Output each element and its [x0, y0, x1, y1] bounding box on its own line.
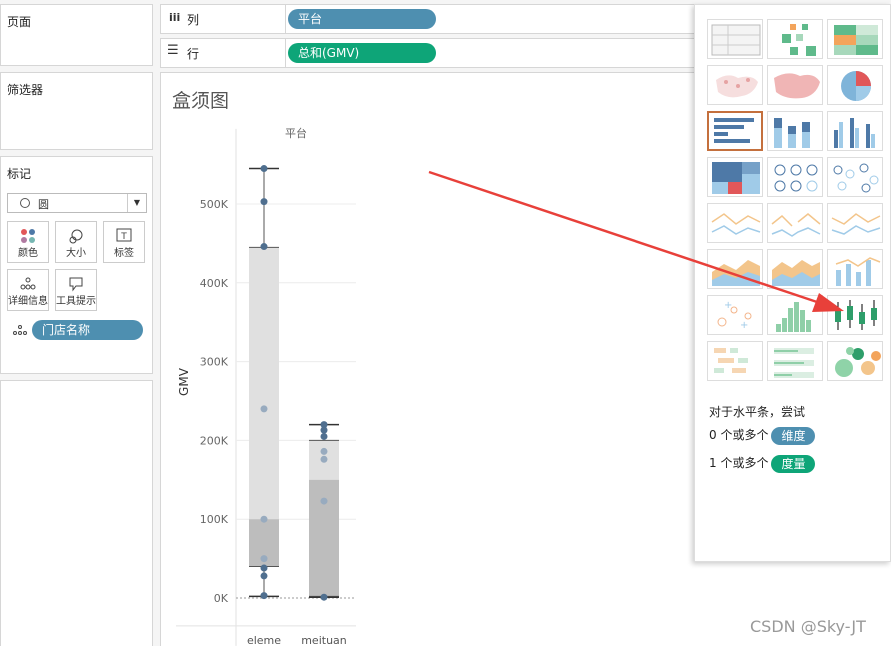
thumb-side-by-side-circles[interactable] — [827, 157, 883, 197]
thumb-pie-chart[interactable] — [827, 65, 883, 105]
filters-panel[interactable]: 筛选器 — [0, 72, 153, 150]
stacked-bar-icon — [774, 118, 810, 148]
left-panel-bottom — [0, 380, 153, 646]
tooltip-button[interactable]: 工具提示 — [55, 269, 97, 311]
symbol-map-icon — [716, 75, 758, 98]
treemap-icon — [712, 162, 760, 194]
dual-combination-icon — [835, 257, 881, 286]
thumb-lines-continuous[interactable] — [707, 203, 763, 243]
text-table-icon — [711, 24, 761, 56]
dimension-requirement-text: 0 个或多个 — [709, 428, 769, 442]
worksheet-title: 盒须图 — [172, 90, 230, 112]
thumb-highlight-table[interactable] — [827, 19, 883, 59]
rows-pill[interactable]: 总和(GMV) — [288, 43, 436, 63]
thumb-horizontal-bars[interactable] — [707, 111, 763, 151]
bullet-graph-icon — [774, 348, 814, 378]
show-me-panel: + + 对于水平条，尝试 0 个或多个 维度 1 个或多个 度量 — [694, 4, 891, 562]
thumb-side-by-side-bars[interactable] — [827, 111, 883, 151]
label-label: 标签 — [114, 248, 134, 259]
svg-text:+: + — [724, 300, 732, 311]
svg-text:+: + — [740, 320, 748, 331]
size-icon — [69, 229, 83, 244]
thumb-filled-map[interactable] — [767, 65, 823, 105]
discrete-line-icon — [771, 213, 821, 237]
heat-map-icon — [782, 24, 816, 56]
show-me-hint: 对于水平条，尝试 — [709, 405, 806, 419]
discrete-area-icon — [772, 260, 820, 286]
color-button[interactable]: 颜色 — [7, 221, 49, 263]
gantt-icon — [714, 348, 748, 373]
dropdown-arrow-icon[interactable]: ▼ — [127, 194, 146, 212]
thumb-scatter-plot[interactable]: + + — [707, 295, 763, 335]
measure-badge: 度量 — [771, 454, 816, 473]
detail-field-pill[interactable]: 门店名称 — [32, 320, 143, 340]
columns-label: 列 — [187, 13, 200, 27]
packed-bubbles-icon — [835, 347, 881, 377]
detail-dots-icon — [20, 277, 36, 290]
thumb-treemap[interactable] — [707, 157, 763, 197]
circle-mark-icon — [20, 198, 30, 208]
watermark: CSDN @Sky-JT — [750, 617, 866, 636]
pages-panel[interactable]: 页面 — [0, 4, 153, 66]
line-chart-icon — [711, 213, 761, 235]
thumb-text-table[interactable] — [707, 19, 763, 59]
dimension-badge: 维度 — [771, 426, 816, 445]
box-whisker-icon — [835, 300, 877, 330]
measure-requirement: 1 个或多个 度量 — [709, 454, 816, 473]
tooltip-label: 工具提示 — [56, 296, 96, 307]
thumb-stacked-bars[interactable] — [767, 111, 823, 151]
marks-panel: 标记 圆 ▼ 颜色 大小 T 标签 详细信息 工具提示 门店名称 — [0, 156, 153, 374]
thumb-heat-map[interactable] — [767, 19, 823, 59]
scatter-plot-icon: + + — [717, 300, 752, 331]
mark-type-value: 圆 — [38, 198, 49, 211]
size-button[interactable]: 大小 — [55, 221, 97, 263]
pie-chart-icon — [841, 71, 871, 101]
thumb-bullet-graph[interactable] — [767, 341, 823, 381]
highlight-table-icon — [834, 25, 878, 55]
detail-label: 详细信息 — [8, 296, 48, 307]
rows-icon: ☰ — [167, 43, 179, 58]
thumb-histogram[interactable] — [767, 295, 823, 335]
size-label: 大小 — [66, 248, 86, 259]
thumb-dual-lines[interactable] — [827, 203, 883, 243]
histogram-icon — [776, 302, 811, 332]
thumb-area-continuous[interactable] — [707, 249, 763, 289]
thumb-packed-bubbles[interactable] — [827, 341, 883, 381]
dimension-requirement: 0 个或多个 维度 — [709, 426, 816, 445]
thumb-gantt[interactable] — [707, 341, 763, 381]
circle-view-icon — [774, 164, 818, 192]
area-chart-icon — [712, 260, 760, 286]
thumb-dual-combination[interactable] — [827, 249, 883, 289]
columns-pill[interactable]: 平台 — [288, 9, 436, 29]
thumb-symbol-map[interactable] — [707, 65, 763, 105]
side-by-side-circle-icon — [833, 163, 879, 193]
tooltip-icon — [69, 277, 83, 292]
mark-type-dropdown[interactable]: 圆 ▼ — [7, 193, 147, 213]
filters-title: 筛选器 — [7, 83, 44, 97]
label-button[interactable]: T 标签 — [103, 221, 145, 263]
horizontal-bar-icon — [714, 118, 754, 143]
thumb-lines-discrete[interactable] — [767, 203, 823, 243]
side-by-side-bar-icon — [834, 118, 875, 148]
label-t-icon: T — [116, 228, 132, 242]
dual-line-icon — [831, 213, 881, 235]
thumb-box-and-whisker[interactable] — [827, 295, 883, 335]
thumb-area-discrete[interactable] — [767, 249, 823, 289]
measure-requirement-text: 1 个或多个 — [709, 456, 769, 470]
rows-label: 行 — [187, 47, 200, 61]
filled-map-icon — [774, 73, 820, 99]
detail-field-icon — [13, 325, 27, 335]
detail-button[interactable]: 详细信息 — [7, 269, 49, 311]
svg-text:T: T — [120, 232, 127, 242]
thumb-circle-views[interactable] — [767, 157, 823, 197]
pages-title: 页面 — [7, 15, 32, 29]
columns-icon: iii — [169, 11, 181, 24]
color-dots-icon — [21, 229, 35, 243]
marks-title: 标记 — [7, 167, 32, 181]
color-label: 颜色 — [18, 248, 38, 259]
